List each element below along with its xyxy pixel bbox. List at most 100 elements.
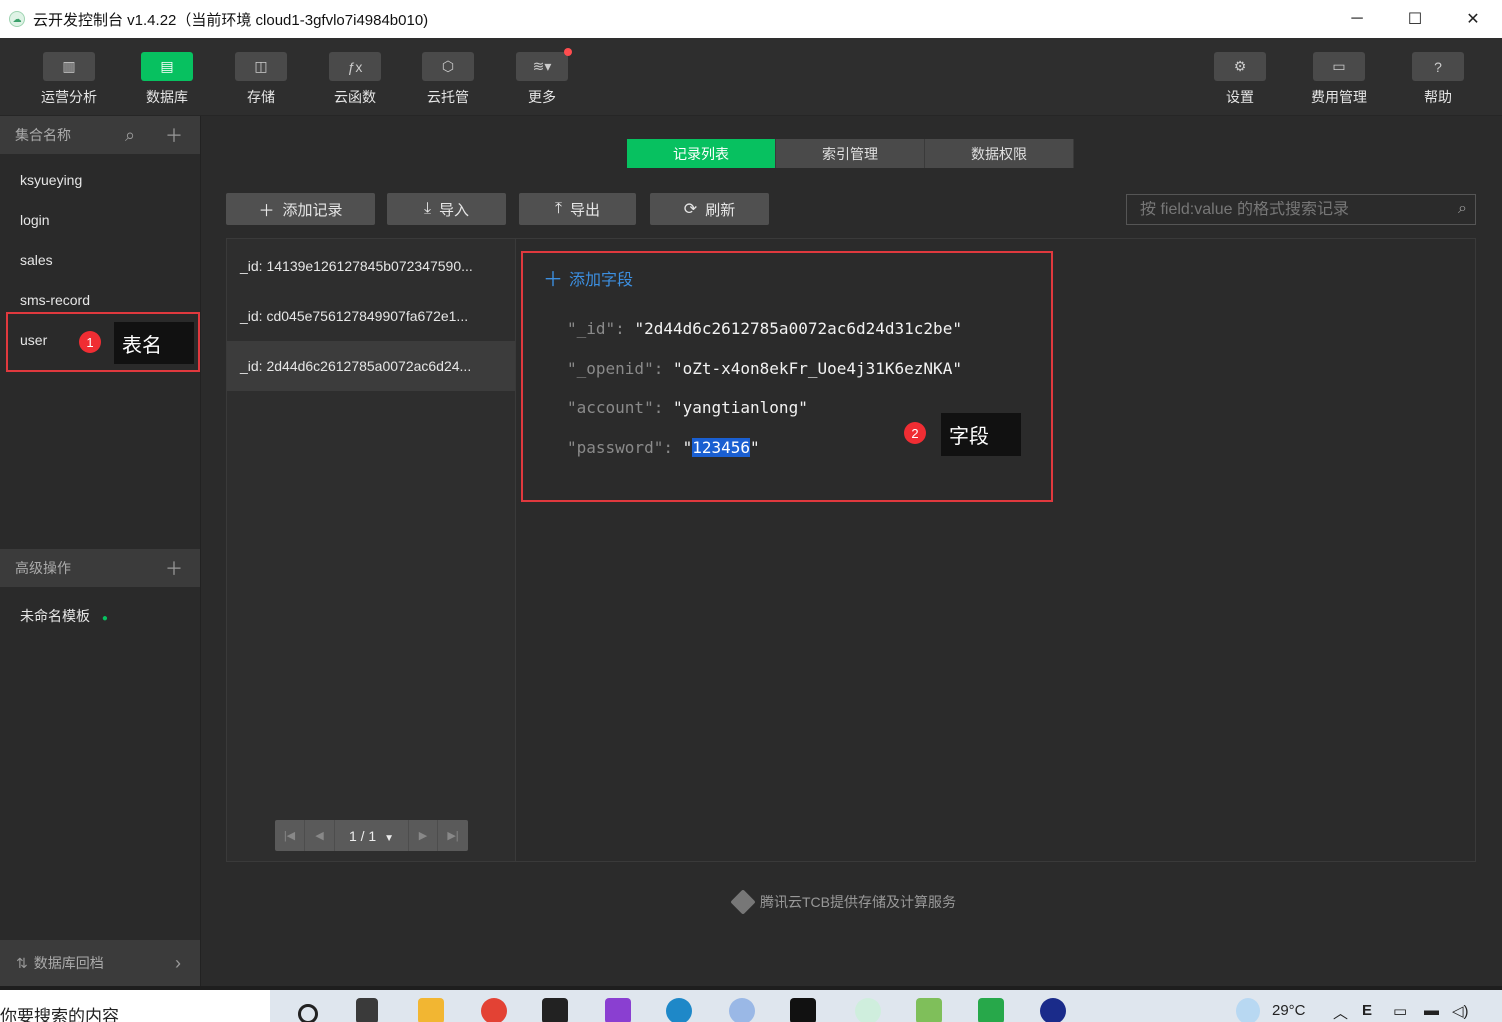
collection-item[interactable]: sms-record [20,292,90,308]
record-list: _id: 14139e126127845b072347590... _id: c… [227,239,516,861]
record-item-selected[interactable]: _id: 2d44d6c2612785a0072ac6d24... [227,341,515,391]
minimize-button[interactable]: ─ [1328,0,1386,38]
refresh-button[interactable]: ⟳ 刷新 [650,193,769,225]
tab-record-list[interactable]: 记录列表 [627,139,776,168]
field-key: "_openid": [567,359,664,378]
toolbar-more[interactable]: ≋▾ 更多 [502,48,582,107]
service-note: 腾讯云TCB提供存储及计算服务 [730,889,956,915]
media-player-icon[interactable] [1040,998,1066,1022]
chart-icon: ▥ [43,52,95,81]
field-value: "yangtianlong" [672,398,808,417]
add-field-label: 添加字段 [569,271,634,289]
window-title: 云开发控制台 v1.4.22（当前环境 cloud1-3gfvlo7i4984b… [33,11,429,29]
function-icon: ƒx [329,52,381,81]
field-row[interactable]: "account": "yangtianlong" [567,398,808,417]
database-rollback-label: 数据库回档 [33,955,104,971]
gear-icon: ⚙ [1214,52,1266,81]
page-indicator[interactable]: 1 / 1 ▼ [335,828,408,844]
selected-text[interactable]: 123456 [692,438,751,457]
network-icon[interactable]: ▭ [1393,1002,1407,1020]
record-search: ⌕ [1126,194,1476,225]
field-row[interactable]: "password": "123456" [567,438,760,457]
prev-page-button[interactable]: ◀ [305,820,335,851]
import-label: 导入 [439,201,470,219]
input-method-icon[interactable]: E [1362,1002,1372,1019]
toolbar-help[interactable]: ? 帮助 [1398,52,1478,107]
title-bar: ☁ 云开发控制台 v1.4.22（当前环境 cloud1-3gfvlo7i498… [0,0,1502,38]
close-button[interactable]: ✕ [1444,0,1502,38]
toolbar-hosting[interactable]: ⬡ 云托管 [408,52,488,107]
import-button[interactable]: ⤓ 导入 [387,193,506,225]
add-collection-icon[interactable]: ＋ [165,122,183,148]
search-icon[interactable]: ⌕ [125,125,135,146]
chevron-right-icon: › [175,952,181,973]
status-dot: ● [101,613,108,624]
add-record-button[interactable]: ＋ 添加记录 [226,193,375,225]
cube-icon: ⬡ [422,52,474,81]
chevron-up-icon[interactable]: ︿ [1333,1002,1348,1022]
database-rollback[interactable]: ⇅ 数据库回档 › [0,940,200,986]
tencent-cloud-logo-icon [730,889,756,915]
first-page-button[interactable]: |◀ [275,820,305,851]
collection-item[interactable]: login [20,212,50,228]
tab-data-permissions[interactable]: 数据权限 [925,139,1074,168]
next-page-button[interactable]: ▶ [408,820,438,851]
terminal-icon[interactable] [790,998,816,1022]
field-row[interactable]: "_openid": "oZt-x4on8ekFr_Uoe4j31K6ezNKA… [567,359,962,378]
search-icon[interactable]: ⌕ [1458,200,1467,218]
cortana-icon[interactable] [298,1004,318,1022]
download-icon: ⤓ [423,200,432,217]
last-page-button[interactable]: ▶| [438,820,468,851]
search-input[interactable] [1140,200,1440,219]
chrome-icon[interactable] [481,998,507,1022]
refresh-icon: ⟳ [683,201,698,218]
toolbar-database[interactable]: ▤ 数据库 [127,52,207,107]
collection-item[interactable]: ksyueying [20,172,82,188]
toolbar-label: 数据库 [146,89,188,105]
battery-icon[interactable]: ▬ [1424,1002,1439,1019]
toolbar-label: 帮助 [1424,89,1452,105]
app-icon: ☁ [9,11,25,27]
record-item[interactable]: _id: 14139e126127845b072347590... [227,241,515,291]
template-item[interactable]: 未命名模板 ● [20,606,108,626]
field-key: "password": [567,438,673,457]
add-record-label: 添加记录 [282,201,343,219]
database-icon: ▤ [141,52,193,81]
hbuilder-icon[interactable] [978,998,1004,1022]
tab-index-management[interactable]: 索引管理 [776,139,925,168]
taskbar-search[interactable]: 你要搜索的内容 [0,990,270,1022]
edge-icon[interactable] [666,998,692,1022]
field-row[interactable]: "_id": "2d44d6c2612785a0072ac6d24d31c2be… [567,319,962,338]
toolbar-billing[interactable]: ▭ 费用管理 [1299,52,1379,107]
template-item-label: 未命名模板 [20,608,90,624]
toolbar-functions[interactable]: ƒx 云函数 [315,52,395,107]
toolbar-storage[interactable]: ◫ 存储 [221,52,301,107]
toolbar-analytics[interactable]: ▥ 运营分析 [29,52,109,107]
field-value: "123456" [682,438,760,457]
notepad-icon[interactable] [916,998,942,1022]
toolbar-label: 云函数 [334,89,376,105]
record-item[interactable]: _id: cd045e756127849907fa672e1... [227,291,515,341]
phpstorm-icon[interactable] [605,998,631,1022]
upload-icon: ⤒ [554,200,563,217]
advanced-header: 高级操作 ＋ [0,549,200,587]
page-number: 1 / 1 [348,827,377,844]
add-field-button[interactable]: ＋ 添加字段 [543,263,633,292]
maximize-button[interactable]: ☐ [1386,0,1444,38]
annotation-badge: 1 [79,331,101,353]
editor-icon[interactable] [542,998,568,1022]
wechat-devtools-icon[interactable] [855,998,881,1022]
app-icon[interactable] [729,998,755,1022]
toolbar-label: 费用管理 [1311,89,1367,105]
plus-icon: ＋ [543,269,563,291]
volume-icon[interactable]: ◁) [1452,1002,1469,1020]
file-explorer-icon[interactable] [418,998,444,1022]
add-template-icon[interactable]: ＋ [165,555,183,581]
task-view-icon[interactable] [356,998,378,1022]
collection-item[interactable]: sales [20,252,53,268]
export-label: 导出 [570,201,601,219]
toolbar-settings[interactable]: ⚙ 设置 [1200,52,1280,107]
service-note-text: 腾讯云TCB提供存储及计算服务 [760,894,956,910]
collection-header: 集合名称 ⌕ ＋ [0,116,200,154]
export-button[interactable]: ⤒ 导出 [519,193,636,225]
